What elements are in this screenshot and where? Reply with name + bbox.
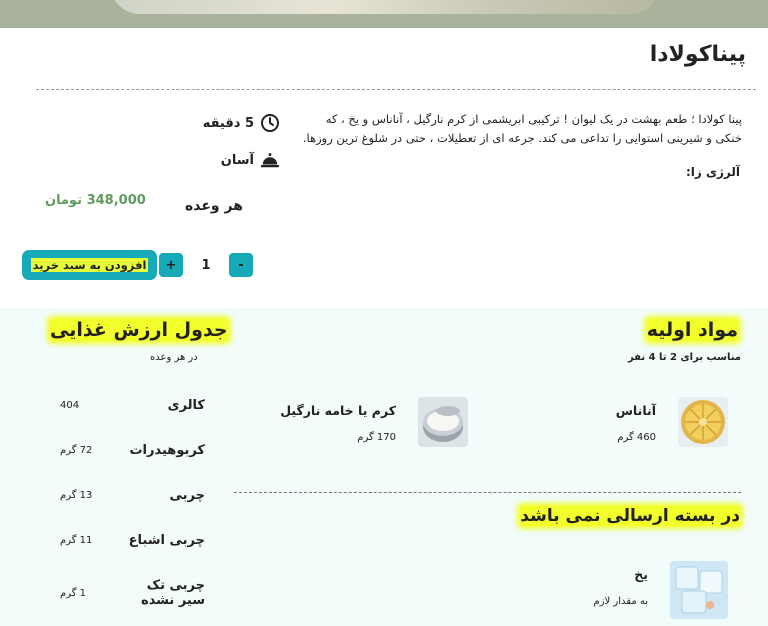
quantity-plus-button[interactable]: + — [159, 253, 183, 277]
ingredient-amount: به مقدار لازم — [593, 596, 649, 607]
nutrition-row: 72 گرم کربوهیدرات — [60, 443, 205, 458]
nutrition-name: کالری — [167, 398, 205, 413]
per-serving-label: هر وعده — [185, 198, 243, 214]
add-to-cart-button[interactable]: افزودن به سبد خرید — [22, 250, 157, 280]
ingredient-name: آناناس — [615, 403, 656, 418]
page-title: پیناکولادا — [649, 42, 746, 67]
ingredient-item: کرم یا خامه نارگیل 170 گرم — [280, 397, 468, 447]
prep-time-value: 5 دقیقه — [202, 115, 254, 131]
nutrition-value: 11 گرم — [60, 535, 93, 546]
nutrition-value: 1 گرم — [60, 587, 87, 599]
ingredients-title: مواد اولیه — [646, 319, 738, 341]
ingredient-item: آناناس 460 گرم — [616, 397, 728, 447]
recipe-description: پینا کولادا ؛ طعم بهشت در یک لیوان ! ترک… — [302, 112, 742, 145]
nutrition-value: 13 گرم — [60, 490, 93, 501]
prep-time: 5 دقیقه — [203, 113, 280, 133]
clock-icon — [260, 113, 280, 133]
hero-image — [0, 0, 768, 28]
nutrition-subtitle: در هر وعده — [150, 352, 198, 363]
add-to-cart-label: افزودن به سبد خرید — [30, 258, 149, 272]
nutrition-row: 404 کالری — [60, 398, 205, 413]
nutrition-row: 11 گرم چربی اشباع — [60, 533, 205, 548]
not-included-item: یخ به مقدار لازم — [593, 561, 728, 619]
nutrition-name: کربوهیدرات — [129, 443, 205, 458]
difficulty-value: آسان — [220, 152, 254, 168]
nutrition-name: چربی — [169, 488, 206, 503]
nutrition-title: جدول ارزش غذایی — [50, 319, 228, 341]
ingredient-name: یخ — [634, 567, 648, 582]
not-included-title: در بسته ارسالی نمی باشد — [520, 506, 740, 526]
title-divider — [36, 89, 756, 90]
hero-glass-image — [110, 0, 660, 14]
ingredient-name: کرم یا خامه نارگیل — [280, 403, 396, 418]
ingredient-amount: 170 گرم — [357, 432, 396, 443]
price: 348,000 تومان — [45, 193, 146, 208]
nutrition-value: 404 — [60, 400, 80, 411]
cloche-icon — [260, 150, 280, 170]
nutrition-value: 72 گرم — [60, 445, 93, 456]
nutrition-name: چربی تک سیر نشده — [141, 578, 205, 608]
quantity-input[interactable]: 1 — [183, 253, 229, 277]
cart-controls: افزودن به سبد خرید + 1 - — [22, 250, 253, 280]
allergy-label: آلرژی زا: — [686, 165, 740, 179]
pineapple-icon — [678, 397, 728, 447]
difficulty: آسان — [221, 150, 280, 170]
coconut-cream-icon — [418, 397, 468, 447]
nutrition-name: چربی اشباع — [128, 533, 205, 548]
ice-icon — [670, 561, 728, 619]
ingredients-subtitle: مناسب برای 2 تا 4 نفر — [627, 352, 741, 363]
ingredient-amount: 460 گرم — [617, 432, 656, 443]
quantity-minus-button[interactable]: - — [229, 253, 253, 277]
nutrition-row: 13 گرم چربی — [60, 488, 205, 503]
nutrition-row: 1 گرم چربی تک سیر نشده — [60, 578, 205, 608]
section-divider — [234, 492, 741, 493]
